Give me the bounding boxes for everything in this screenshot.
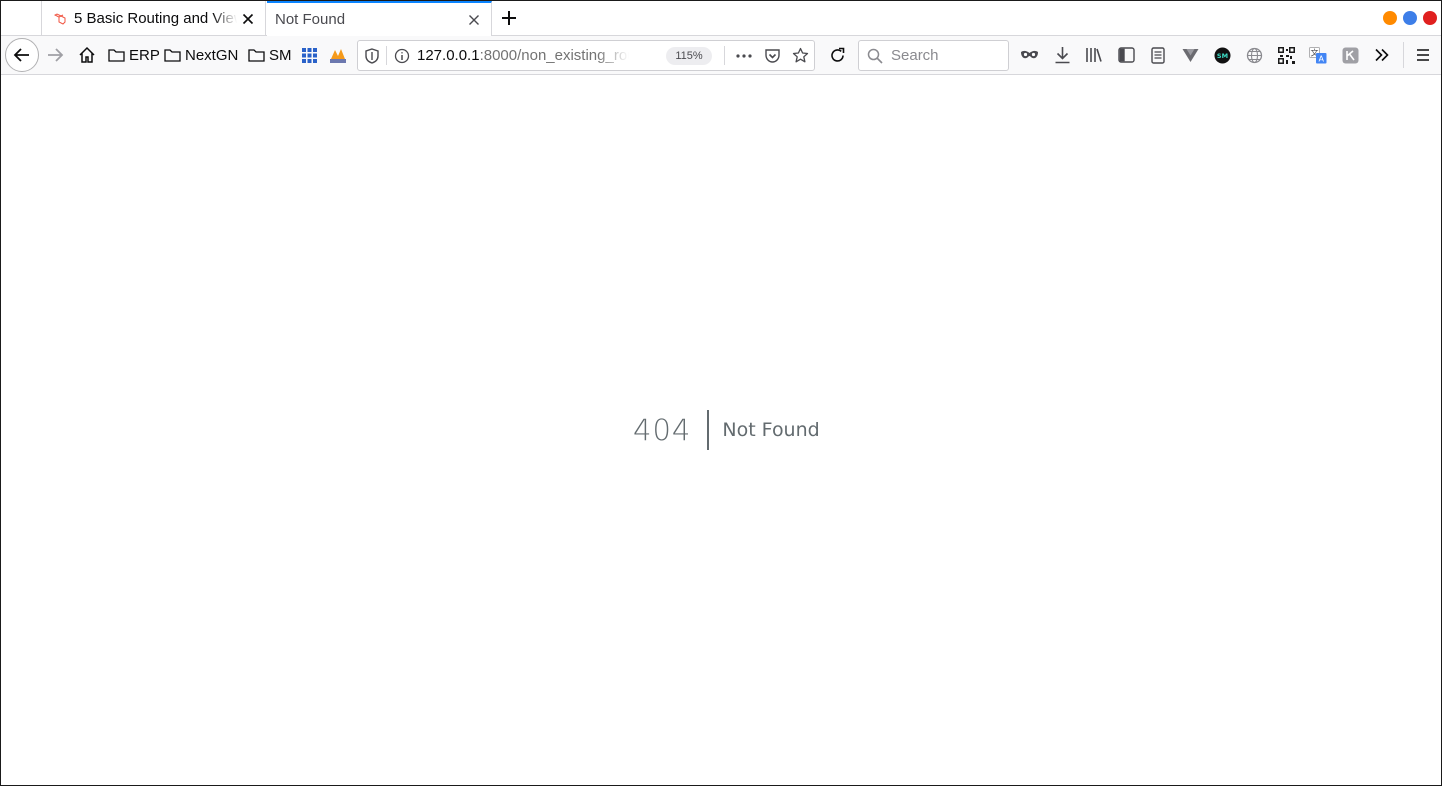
reload-icon (830, 47, 844, 62)
forward-button[interactable] (45, 45, 65, 65)
sm-extension-icon[interactable]: SM (1212, 45, 1232, 65)
reload-button[interactable] (827, 45, 847, 65)
tab-strip: 5 Basic Routing and View Not Found (1, 1, 1441, 36)
error-text: Not Found (722, 419, 820, 441)
hamburger-menu-icon[interactable] (1413, 45, 1433, 65)
search-icon (867, 48, 883, 64)
pocket-icon[interactable] (764, 48, 781, 68)
url-host: 127.0.0.1 (417, 47, 480, 64)
globe-icon[interactable] (1244, 45, 1264, 65)
library-icon[interactable] (1084, 45, 1104, 65)
separator (724, 46, 725, 65)
window-controls (1383, 11, 1437, 25)
grid-apps-icon (301, 47, 317, 63)
bookmark-label: ERP (129, 46, 160, 64)
laravel-icon (52, 11, 68, 27)
zoom-indicator[interactable]: 115% (666, 47, 712, 65)
translate-icon[interactable]: 文A (1308, 45, 1328, 65)
folder-icon (248, 49, 265, 62)
downloads-icon[interactable] (1052, 45, 1072, 65)
close-icon[interactable] (237, 8, 259, 30)
overflow-chevron-icon[interactable] (1372, 45, 1392, 65)
phpmyadmin-icon (330, 49, 346, 63)
bookmark-label: NextGN (185, 46, 239, 64)
search-placeholder: Search (891, 47, 939, 64)
bookmark-star-icon[interactable] (792, 47, 809, 68)
new-tab-button[interactable] (497, 6, 521, 30)
folder-icon (108, 49, 125, 62)
page-content: 404 Not Found (1, 76, 1441, 785)
tab-title: Not Found (275, 11, 346, 28)
folder-icon (164, 49, 181, 62)
tracking-protection-icon[interactable] (365, 48, 379, 68)
bookmark-sm[interactable]: SM (248, 44, 292, 66)
tab-title: 5 Basic Routing and View (74, 10, 237, 27)
home-button[interactable] (77, 45, 97, 65)
close-icon[interactable] (463, 9, 485, 31)
close-window-button[interactable] (1423, 11, 1437, 25)
url-path: :8000/non_existing_route (479, 47, 629, 64)
bookmark-nextgn[interactable]: NextGN (164, 44, 238, 66)
private-mask-icon[interactable] (1019, 46, 1039, 64)
separator (1403, 42, 1404, 68)
reader-notes-icon[interactable] (1148, 45, 1168, 65)
bookmark-phpmyadmin[interactable] (329, 46, 347, 64)
search-box[interactable]: Search (858, 40, 1009, 71)
error-message: 404 Not Found (633, 410, 820, 450)
svg-text:SM: SM (1216, 52, 1227, 60)
url-text[interactable]: 127.0.0.1:8000/non_existing_route (417, 47, 629, 64)
url-bar[interactable]: 127.0.0.1:8000/non_existing_route 115% (357, 40, 815, 71)
site-info-icon[interactable] (394, 48, 410, 68)
svg-text:A: A (1318, 54, 1324, 63)
back-button[interactable] (5, 38, 39, 72)
sidebar-icon[interactable] (1116, 45, 1136, 65)
vue-devtools-icon[interactable] (1180, 45, 1200, 65)
tab-basic-routing[interactable]: 5 Basic Routing and View (41, 1, 266, 36)
minimize-button[interactable] (1383, 11, 1397, 25)
extension-icon[interactable] (1340, 45, 1360, 65)
back-arrow-icon (13, 48, 29, 62)
bookmark-label: SM (269, 46, 292, 64)
bookmark-apps[interactable] (301, 47, 317, 63)
tab-not-found[interactable]: Not Found (267, 1, 492, 36)
page-actions-icon[interactable] (735, 48, 753, 68)
qr-code-icon[interactable] (1276, 45, 1296, 65)
separator (386, 46, 387, 65)
bookmark-erp[interactable]: ERP (108, 44, 160, 66)
error-code: 404 (633, 410, 710, 450)
forward-arrow-icon (48, 48, 64, 62)
navigation-toolbar: ERP NextGN SM 127.0.0.1:8000/non_existin… (1, 36, 1441, 75)
maximize-button[interactable] (1403, 11, 1417, 25)
home-icon (79, 46, 95, 63)
